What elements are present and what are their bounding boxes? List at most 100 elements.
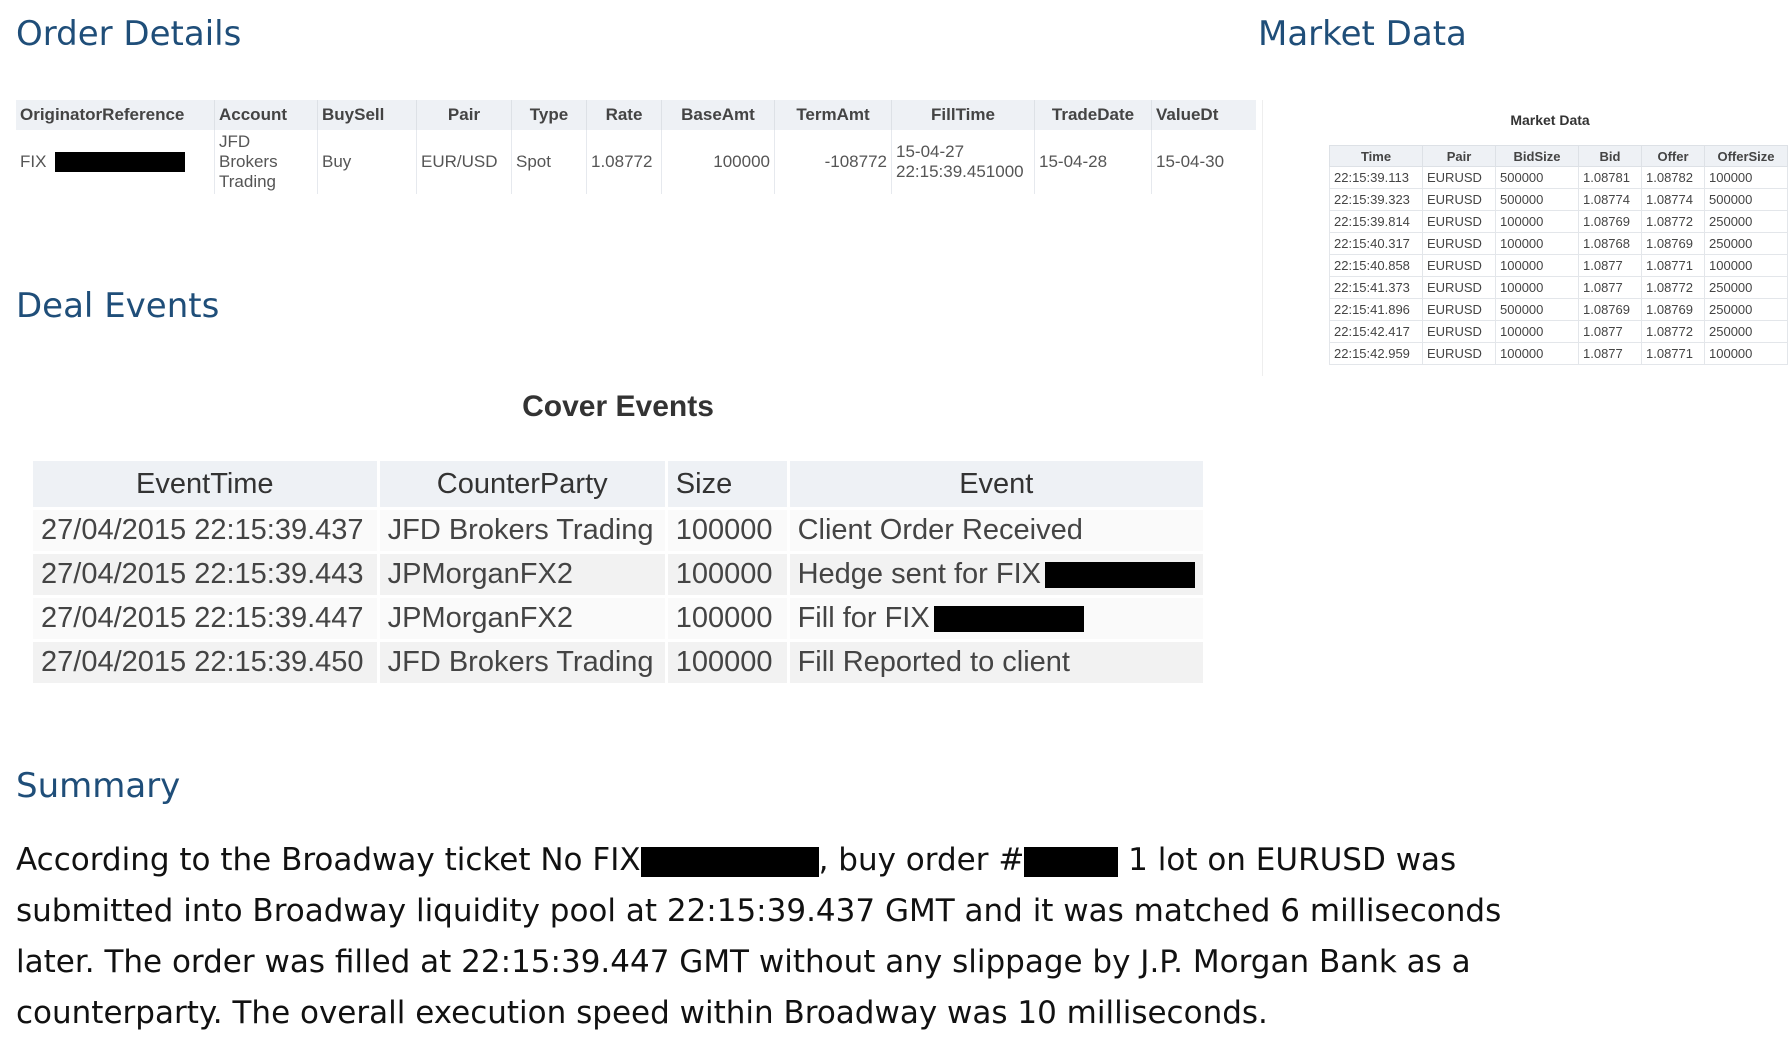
market-cell-time: 22:15:42.959 <box>1329 342 1423 365</box>
market-cell-bid: 1.0877 <box>1578 342 1642 365</box>
filltime-cell: 15-04-27 22:15:39.451000 <box>891 130 1035 194</box>
market-cell-offer: 1.08774 <box>1641 188 1705 211</box>
market-cell-time: 22:15:40.317 <box>1329 232 1423 255</box>
col-baseamt: BaseAmt <box>661 100 775 130</box>
col-buysell: BuySell <box>317 100 417 130</box>
col-rate: Rate <box>586 100 662 130</box>
redaction-bar <box>55 152 186 173</box>
cover-cell-event: Hedge sent for FIX <box>786 551 1207 598</box>
account-line: Brokers <box>219 152 278 171</box>
col-offer: Offer <box>1641 145 1705 167</box>
market-data-body: 22:15:39.113 EURUSD 500000 1.08781 1.08782 10… <box>1329 166 1788 365</box>
col-account: Account <box>214 100 318 130</box>
market-cell-offer: 1.08772 <box>1641 210 1705 233</box>
market-data-table: Time Pair BidSize Bid Offer OfferSize 22… <box>1329 145 1788 365</box>
col-bidsize: BidSize <box>1495 145 1579 167</box>
market-cell-time: 22:15:40.858 <box>1329 254 1423 277</box>
market-row: 22:15:41.896 EURUSD 500000 1.08769 1.08769 25… <box>1329 298 1788 321</box>
market-cell-time: 22:15:39.113 <box>1329 166 1423 189</box>
account-line: JFD <box>219 132 251 151</box>
market-row: 22:15:42.959 EURUSD 100000 1.0877 1.08771 100… <box>1329 342 1788 365</box>
cover-cell-size: 100000 <box>664 551 790 598</box>
originator-reference-value: FIX <box>20 151 47 171</box>
market-cell-bidsize: 100000 <box>1495 232 1579 255</box>
event-text: Fill for FIX <box>797 602 930 634</box>
summary-paragraph: According to the Broadway ticket No FIX,… <box>16 835 1516 1039</box>
market-cell-pair: EURUSD <box>1422 342 1496 365</box>
cover-cell-size: 100000 <box>664 507 790 554</box>
market-row: 22:15:39.323 EURUSD 500000 1.08774 1.08774 50… <box>1329 188 1788 211</box>
market-cell-offersize: 500000 <box>1704 188 1788 211</box>
cover-event-row: 27/04/2015 22:15:39.447 JPMorganFX2 100000… <box>30 595 1207 642</box>
buysell-cell: Buy <box>317 130 417 194</box>
market-row: 22:15:39.814 EURUSD 100000 1.08769 1.08772 25… <box>1329 210 1788 233</box>
market-row: 22:15:39.113 EURUSD 500000 1.08781 1.08782 10… <box>1329 166 1788 189</box>
market-cell-pair: EURUSD <box>1422 210 1496 233</box>
market-cell-offersize: 100000 <box>1704 166 1788 189</box>
order-row: FIX JFD Brokers Trading Buy EUR/USD Spot… <box>16 130 1256 194</box>
baseamt-cell: 100000 <box>661 130 775 194</box>
market-cell-offer: 1.08769 <box>1641 232 1705 255</box>
cover-cell-time: 27/04/2015 22:15:39.450 <box>30 639 380 686</box>
cover-cell-size: 100000 <box>664 595 790 642</box>
filltime-date: 15-04-27 <box>896 142 965 161</box>
market-cell-bid: 1.0877 <box>1578 254 1642 277</box>
col-pair: Pair <box>1422 145 1496 167</box>
redaction-bar <box>1045 562 1195 589</box>
col-termamt: TermAmt <box>774 100 892 130</box>
market-cell-pair: EURUSD <box>1422 232 1496 255</box>
col-tradedate: TradeDate <box>1034 100 1152 130</box>
market-cell-offersize: 250000 <box>1704 210 1788 233</box>
cover-events-table: EventTime CounterParty Size Event 27/04/… <box>30 458 1207 686</box>
cover-cell-event: Client Order Received <box>786 507 1207 554</box>
pair-cell: EUR/USD <box>416 130 512 194</box>
event-text: Hedge sent for FIX <box>797 558 1041 590</box>
market-cell-bid: 1.08781 <box>1578 166 1642 189</box>
cover-header-row: EventTime CounterParty Size Event <box>30 458 1207 510</box>
market-cell-offersize: 250000 <box>1704 276 1788 299</box>
col-bid: Bid <box>1578 145 1642 167</box>
filltime-time: 22:15:39.451000 <box>896 162 1024 181</box>
market-cell-pair: EURUSD <box>1422 320 1496 343</box>
cover-cell-time: 27/04/2015 22:15:39.447 <box>30 595 380 642</box>
market-cell-pair: EURUSD <box>1422 188 1496 211</box>
cover-cell-counterparty: JPMorganFX2 <box>376 551 668 598</box>
market-cell-pair: EURUSD <box>1422 298 1496 321</box>
market-row: 22:15:40.858 EURUSD 100000 1.0877 1.08771 100… <box>1329 254 1788 277</box>
market-cell-bid: 1.08769 <box>1578 210 1642 233</box>
col-counterparty: CounterParty <box>376 458 668 510</box>
cover-cell-counterparty: JFD Brokers Trading <box>376 639 668 686</box>
col-eventtime: EventTime <box>30 458 380 510</box>
market-cell-time: 22:15:41.896 <box>1329 298 1423 321</box>
order-header-row: OriginatorReference Account BuySell Pair… <box>16 100 1256 130</box>
redaction-bar <box>933 606 1084 633</box>
summary-part-1: According to the Broadway ticket No FIX <box>16 842 641 878</box>
originator-reference-cell: FIX <box>16 130 215 194</box>
market-cell-time: 22:15:39.323 <box>1329 188 1423 211</box>
redaction-bar <box>1024 846 1119 877</box>
termamt-cell: -108772 <box>774 130 892 194</box>
tradedate-cell: 15-04-28 <box>1034 130 1152 194</box>
market-cell-offersize: 250000 <box>1704 298 1788 321</box>
summary-heading: Summary <box>16 766 181 806</box>
col-originator-reference: OriginatorReference <box>16 100 215 130</box>
market-cell-offersize: 250000 <box>1704 320 1788 343</box>
summary-part-2: , buy order # <box>818 842 1025 878</box>
market-cell-bidsize: 100000 <box>1495 210 1579 233</box>
market-header-row: Time Pair BidSize Bid Offer OfferSize <box>1329 145 1788 167</box>
market-cell-bidsize: 500000 <box>1495 166 1579 189</box>
col-time: Time <box>1329 145 1423 167</box>
rate-cell: 1.08772 <box>586 130 662 194</box>
market-cell-bidsize: 100000 <box>1495 320 1579 343</box>
market-cell-offer: 1.08769 <box>1641 298 1705 321</box>
market-cell-bid: 1.08768 <box>1578 232 1642 255</box>
cover-event-row: 27/04/2015 22:15:39.437 JFD Brokers Tradi… <box>30 507 1207 554</box>
market-cell-bid: 1.0877 <box>1578 320 1642 343</box>
col-filltime: FillTime <box>891 100 1035 130</box>
cover-cell-time: 27/04/2015 22:15:39.443 <box>30 551 380 598</box>
market-cell-offer: 1.08772 <box>1641 320 1705 343</box>
col-size: Size <box>664 458 790 510</box>
market-row: 22:15:40.317 EURUSD 100000 1.08768 1.08769 25… <box>1329 232 1788 255</box>
cover-cell-event: Fill for FIX <box>786 595 1207 642</box>
cover-event-row: 27/04/2015 22:15:39.443 JPMorganFX2 100000… <box>30 551 1207 598</box>
